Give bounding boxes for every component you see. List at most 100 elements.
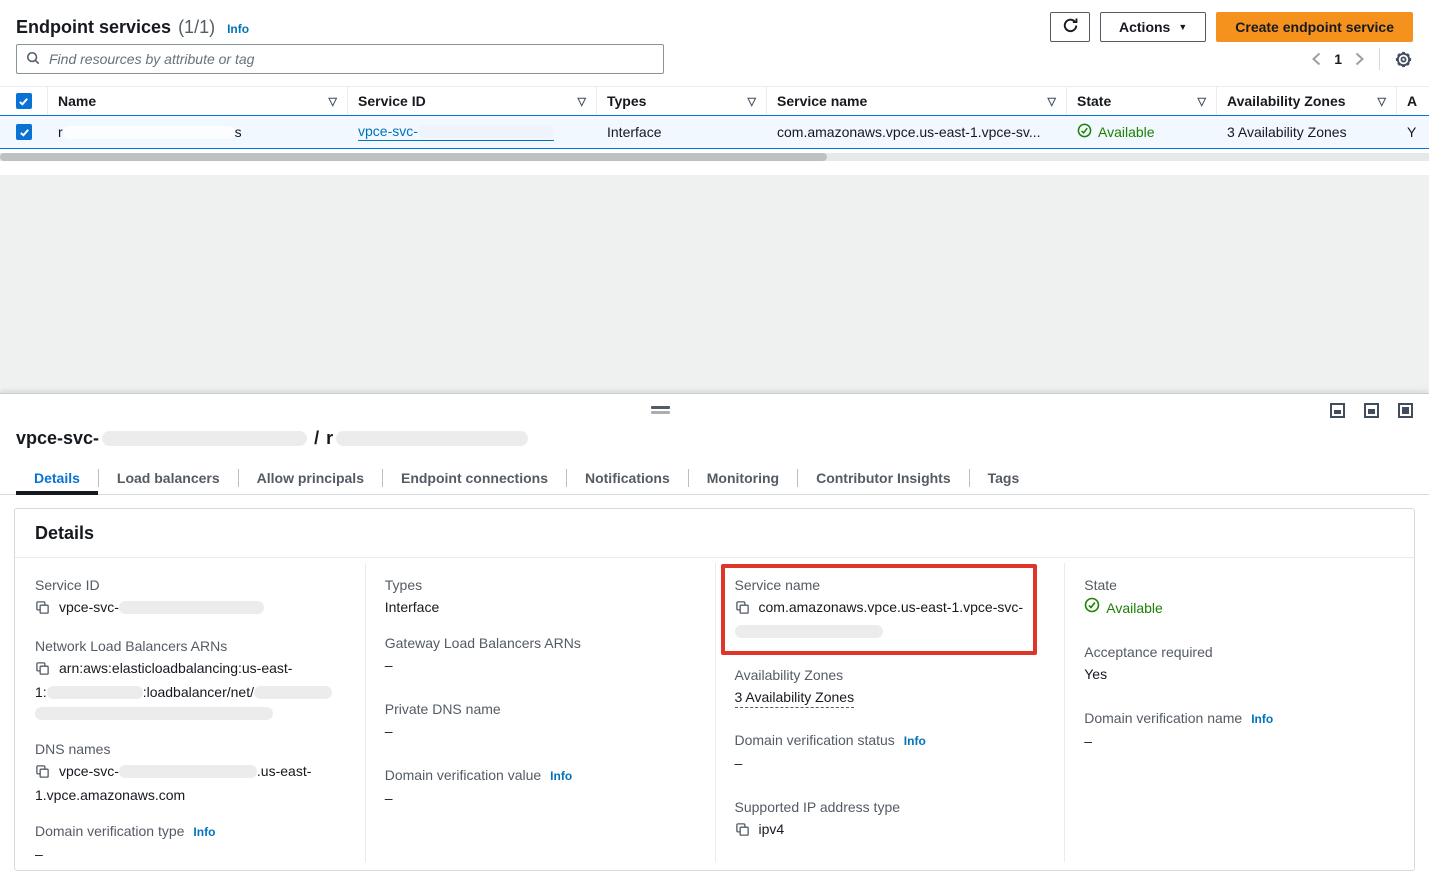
- resource-count: (1/1): [178, 17, 215, 38]
- create-endpoint-service-button[interactable]: Create endpoint service: [1216, 12, 1413, 42]
- copy-icon[interactable]: [35, 602, 50, 618]
- details-column-1: Service ID vpce-svc- Network Load Balanc…: [15, 558, 365, 871]
- next-page-icon[interactable]: [1354, 52, 1365, 66]
- redacted-text: [735, 625, 883, 638]
- refresh-button[interactable]: [1050, 12, 1090, 42]
- info-link[interactable]: Info: [193, 825, 215, 839]
- field-supported-ip-address-type: Supported IP address type ipv4: [735, 797, 1045, 843]
- tab-monitoring[interactable]: Monitoring: [689, 461, 797, 494]
- column-header-clipped[interactable]: A: [1397, 87, 1429, 115]
- details-card-title: Details: [15, 509, 1414, 558]
- list-toolbar: 1: [0, 42, 1429, 74]
- info-link[interactable]: Info: [1251, 712, 1273, 726]
- endpoint-services-list-section: Endpoint services (1/1) Info Actions ▼ C…: [0, 0, 1429, 175]
- tab-details[interactable]: Details: [16, 461, 98, 494]
- row-select-cell: [0, 124, 48, 140]
- panel-title: vpce-svc- / r: [0, 394, 1429, 449]
- column-header-availability-zones[interactable]: Availability Zones▽: [1217, 87, 1397, 115]
- panel-size-medium-icon[interactable]: [1364, 403, 1379, 418]
- status-badge: Available: [1084, 597, 1163, 619]
- redacted-text: [119, 601, 264, 614]
- row-acceptance-cell: Y: [1397, 124, 1429, 140]
- row-state-cell: Available: [1067, 123, 1217, 141]
- row-service-name-cell: com.amazonaws.vpce.us-east-1.vpce-sv...: [767, 124, 1067, 140]
- redacted-text: [418, 125, 554, 138]
- scrollbar-thumb[interactable]: [0, 153, 827, 161]
- page-title: Endpoint services: [16, 17, 171, 38]
- row-types-cell: Interface: [597, 124, 767, 140]
- table-row[interactable]: rs vpce-svc- Interface com.amazonaws.vpc…: [0, 115, 1429, 149]
- row-checkbox[interactable]: [16, 124, 32, 140]
- copy-icon[interactable]: [735, 602, 750, 618]
- column-header-service-name[interactable]: Service name▽: [767, 87, 1067, 115]
- check-circle-icon: [1084, 597, 1100, 619]
- split-panel: vpce-svc- / r Details Load balancers All…: [0, 393, 1429, 886]
- filter-caret-icon[interactable]: ▽: [572, 95, 586, 108]
- copy-icon[interactable]: [35, 766, 50, 782]
- field-types: Types Interface: [385, 575, 695, 618]
- service-id-link[interactable]: vpce-svc-: [358, 123, 554, 141]
- actions-button-label: Actions: [1119, 19, 1170, 35]
- tab-allow-principals[interactable]: Allow principals: [239, 461, 382, 494]
- field-availability-zones: Availability Zones 3 Availability Zones: [735, 665, 1045, 708]
- tab-load-balancers[interactable]: Load balancers: [99, 461, 238, 494]
- refresh-icon: [1062, 17, 1079, 37]
- endpoint-services-table: Name▽ Service ID▽ Types▽ Service name▽ S…: [0, 86, 1429, 161]
- field-acceptance-required: Acceptance required Yes: [1084, 642, 1394, 685]
- field-private-dns-name: Private DNS name –: [385, 699, 695, 742]
- field-state: State Available: [1084, 575, 1394, 619]
- select-all-checkbox[interactable]: [16, 93, 32, 109]
- filter-caret-icon[interactable]: ▽: [1372, 95, 1386, 108]
- panel-size-small-icon[interactable]: [1330, 403, 1345, 418]
- row-name-cell: rs: [48, 124, 348, 140]
- panel-size-large-icon[interactable]: [1398, 403, 1413, 418]
- info-link[interactable]: Info: [904, 734, 926, 748]
- field-service-id: Service ID vpce-svc-: [35, 575, 345, 621]
- table-header-row: Name▽ Service ID▽ Types▽ Service name▽ S…: [0, 87, 1429, 115]
- column-header-name[interactable]: Name▽: [48, 87, 348, 115]
- details-card: Details Service ID vpce-svc- Network Loa…: [14, 508, 1415, 871]
- previous-page-icon[interactable]: [1311, 52, 1322, 66]
- tab-contributor-insights[interactable]: Contributor Insights: [798, 461, 969, 494]
- status-badge: Available: [1077, 123, 1155, 141]
- filter-caret-icon[interactable]: ▽: [1042, 95, 1056, 108]
- select-all-cell: [0, 87, 48, 115]
- details-column-3: Service name com.amazonaws.vpce.us-east-…: [715, 558, 1065, 871]
- filter-caret-icon[interactable]: ▽: [742, 95, 756, 108]
- list-header: Endpoint services (1/1) Info Actions ▼ C…: [0, 0, 1429, 42]
- tab-endpoint-connections[interactable]: Endpoint connections: [383, 461, 566, 494]
- field-dns-names: DNS names vpce-svc-.us-east- 1.vpce.amaz…: [35, 739, 345, 806]
- redacted-text: [119, 765, 257, 778]
- availability-zones-popover-trigger[interactable]: 3 Availability Zones: [735, 689, 855, 708]
- panel-drag-handle-icon[interactable]: [651, 406, 670, 414]
- filter-caret-icon[interactable]: ▽: [323, 95, 337, 108]
- current-page-number[interactable]: 1: [1334, 51, 1342, 67]
- actions-button[interactable]: Actions ▼: [1100, 12, 1206, 42]
- field-domain-verification-type: Domain verification typeInfo –: [35, 821, 345, 865]
- field-domain-verification-status: Domain verification statusInfo –: [735, 730, 1045, 774]
- redacted-text: [47, 686, 143, 699]
- row-availability-zones-cell: 3 Availability Zones: [1217, 124, 1397, 140]
- filter-caret-icon[interactable]: ▽: [1192, 95, 1206, 108]
- column-header-types[interactable]: Types▽: [597, 87, 767, 115]
- panel-size-controls: [1330, 403, 1413, 418]
- tab-tags[interactable]: Tags: [970, 461, 1038, 494]
- details-column-4: State Available Acceptance required Yes: [1064, 558, 1414, 871]
- search-box[interactable]: [16, 44, 664, 74]
- field-service-name: Service name com.amazonaws.vpce.us-east-…: [735, 575, 1024, 642]
- search-input[interactable]: [47, 50, 654, 68]
- info-link[interactable]: Info: [550, 769, 572, 783]
- tab-notifications[interactable]: Notifications: [567, 461, 688, 494]
- redacted-text: [35, 707, 273, 720]
- horizontal-scrollbar[interactable]: [0, 153, 1429, 161]
- info-link[interactable]: Info: [227, 22, 249, 36]
- copy-icon[interactable]: [35, 663, 50, 679]
- settings-gear-icon[interactable]: [1394, 50, 1413, 69]
- field-nlb-arns: Network Load Balancers ARNs arn:aws:elas…: [35, 636, 345, 724]
- copy-icon[interactable]: [735, 824, 750, 840]
- availability-zones-popover-trigger[interactable]: 3 Availability Zones: [1227, 124, 1347, 140]
- content-background: [0, 175, 1429, 393]
- column-header-state[interactable]: State▽: [1067, 87, 1217, 115]
- check-circle-icon: [1077, 123, 1092, 141]
- column-header-service-id[interactable]: Service ID▽: [348, 87, 597, 115]
